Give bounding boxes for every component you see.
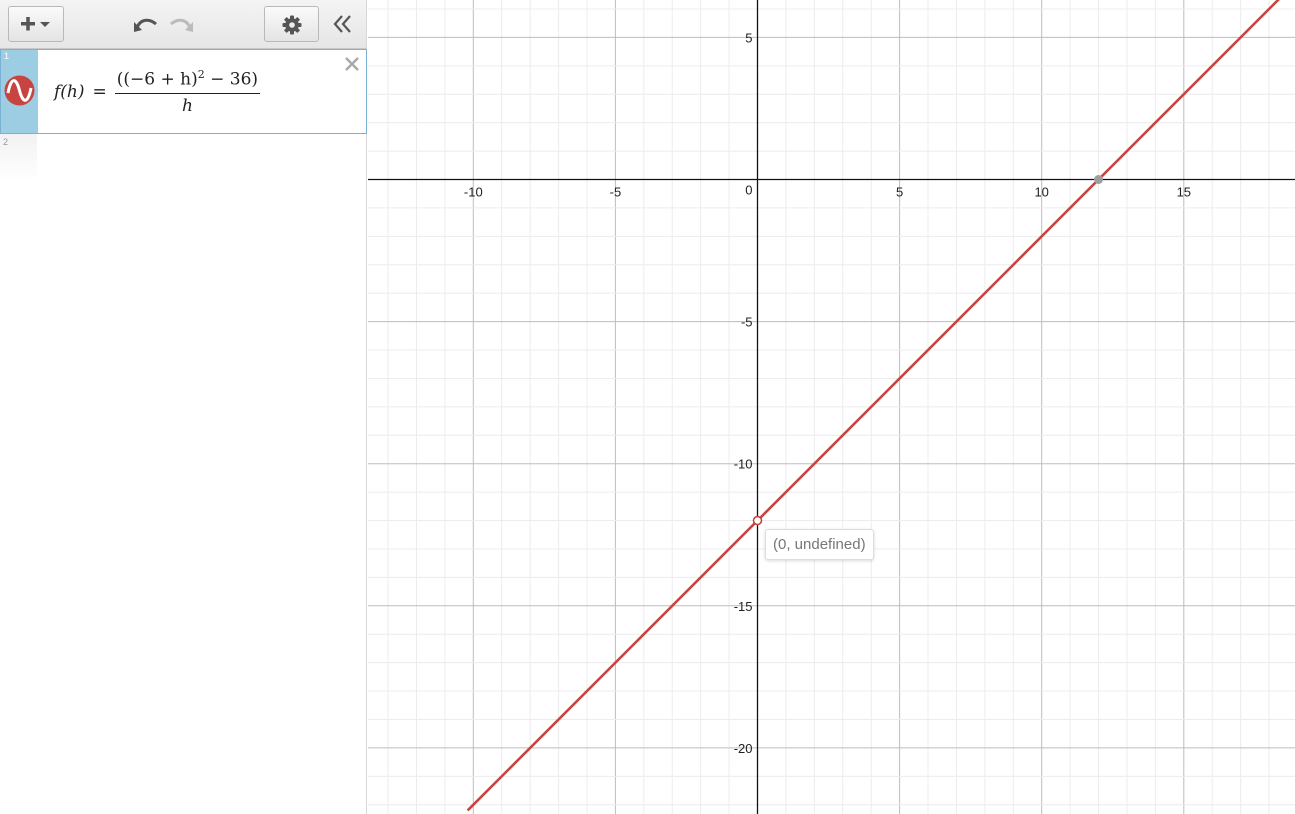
fraction-numerator: ((−6 + h)2 − 36) [114, 68, 261, 94]
y-tick-label: -20 [734, 741, 753, 756]
y-tick-label: 5 [745, 30, 752, 45]
expression-list-panel: 1 f(h) = ((−6 + h)2 − 36) h 2 [0, 0, 367, 814]
exponent: 2 [197, 68, 205, 82]
y-tick-label: -15 [734, 599, 753, 614]
settings-button[interactable] [264, 6, 319, 42]
double-chevron-left-icon[interactable] [333, 13, 353, 35]
point-tooltip: (0, undefined) [765, 529, 874, 560]
fraction: ((−6 + h)2 − 36) h [114, 68, 261, 116]
fraction-denominator: h [181, 95, 193, 116]
x-tick-label: 10 [1034, 185, 1048, 200]
expression-row-1[interactable]: 1 f(h) = ((−6 + h)2 − 36) h [0, 49, 367, 134]
redo-icon[interactable] [168, 13, 194, 35]
undo-icon[interactable] [133, 13, 159, 35]
function-name: f(h) [54, 82, 85, 102]
close-icon[interactable] [344, 56, 360, 72]
x-intercept-point [1094, 175, 1104, 184]
origin-label: 0 [745, 183, 752, 198]
x-tick-label: -5 [610, 185, 622, 200]
equals-sign: = [92, 82, 107, 102]
graph-canvas[interactable]: -10 -5 5 10 15 5 -5 -10 -15 -20 0 [368, 0, 1295, 814]
hole-point [752, 515, 763, 526]
plus-with-caret-icon [21, 17, 50, 31]
y-tick-label: -10 [734, 457, 753, 472]
y-tick-label: -5 [741, 315, 753, 330]
function-curve [466, 0, 1280, 812]
x-tick-label: -10 [464, 185, 483, 200]
row-number: 2 [3, 137, 9, 147]
x-tick-label: 5 [896, 185, 903, 200]
row-number: 1 [4, 51, 10, 61]
expression-formula[interactable]: f(h) = ((−6 + h)2 − 36) h [54, 64, 261, 120]
expression-toolbar [0, 0, 366, 49]
graph-paper[interactable]: -10 -5 5 10 15 5 -5 -10 -15 -20 0 [368, 0, 1295, 814]
expression-row-2[interactable]: 2 [0, 134, 37, 182]
add-item-button[interactable] [8, 6, 64, 42]
graph-style-wave-icon[interactable] [4, 75, 35, 106]
gear-icon [282, 15, 302, 35]
x-tick-label: 15 [1177, 185, 1191, 200]
expression-row-1-tab[interactable]: 1 [1, 50, 38, 133]
